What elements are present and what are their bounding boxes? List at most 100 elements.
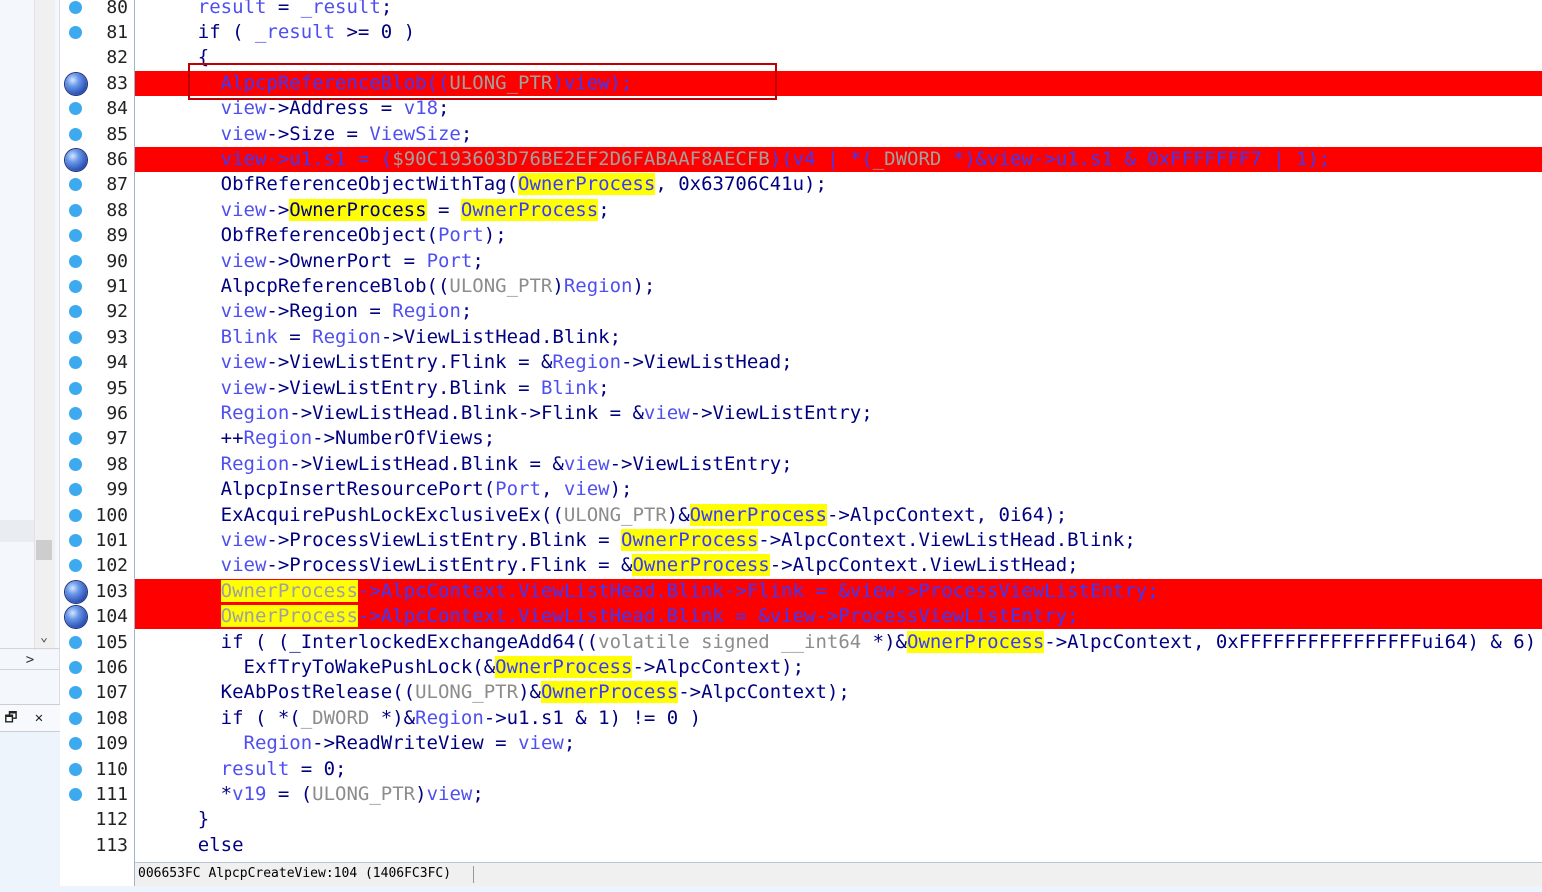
breakpoint-marker-icon[interactable] [69,254,82,268]
breakpoint-marker-icon[interactable] [69,356,82,370]
code-line-103[interactable]: 103 OwnerProcess->AlpcContext.ViewListHe… [60,578,1542,605]
code-line-92[interactable]: 92 view->Region = Region; [60,299,1542,324]
code-text[interactable]: ObfReferenceObject(Port); [152,223,507,248]
pseudocode-view[interactable]: 80 result = _result; 81 if ( _result >= 0… [60,0,1542,862]
code-text[interactable]: view->OwnerProcess = OwnerProcess; [152,198,610,223]
breakpoint-marker-icon[interactable] [69,660,82,674]
code-text[interactable]: view->ViewListEntry.Flink = &Region->Vie… [152,350,793,375]
code-line-99[interactable]: 99 AlpcpInsertResourcePort(Port, view); [60,477,1542,502]
code-line-85[interactable]: 85 view->Size = ViewSize; [60,122,1542,147]
breakpoint-active-icon[interactable] [65,72,87,95]
code-line-112[interactable]: 112 } [60,807,1542,832]
breakpoint-marker-icon[interactable] [69,635,82,649]
breakpoint-active-icon[interactable] [65,606,87,629]
code-line-83[interactable]: 83 AlpcpReferenceBlob((ULONG_PTR)view); [60,70,1542,97]
code-line-104[interactable]: 104 OwnerProcess->AlpcContext.ViewListHe… [60,604,1542,630]
code-line-87[interactable]: 87 ObfReferenceObjectWithTag(OwnerProces… [60,172,1542,197]
breakpoint-marker-icon[interactable] [69,737,82,751]
breakpoint-marker-icon[interactable] [69,178,82,192]
breakpoint-marker-icon[interactable] [69,508,82,522]
code-line-98[interactable]: 98 Region->ViewListHead.Blink = &view->V… [60,452,1542,477]
code-line-90[interactable]: 90 view->OwnerPort = Port; [60,249,1542,274]
code-text[interactable]: AlpcpReferenceBlob((ULONG_PTR)Region); [152,274,656,299]
breakpoint-marker-icon[interactable] [69,533,82,547]
code-text[interactable]: view->ProcessViewListEntry.Flink = &Owne… [152,553,1079,578]
breakpoint-active-icon[interactable] [65,148,87,171]
code-line-110[interactable]: 110 result = 0; [60,757,1542,782]
code-line-82[interactable]: 82 { [60,45,1542,70]
code-text[interactable]: else [152,833,244,858]
code-line-111[interactable]: 111 *v19 = (ULONG_PTR)view; [60,782,1542,807]
breakpoint-marker-icon[interactable] [69,711,82,725]
code-line-108[interactable]: 108 if ( *(_DWORD *)&Region->u1.s1 & 1) … [60,706,1542,731]
code-text[interactable]: view->OwnerPort = Port; [152,249,484,274]
code-text[interactable]: ExAcquirePushLockExclusiveEx((ULONG_PTR)… [152,503,1067,528]
code-line-106[interactable]: 106 ExfTryToWakePushLock(&OwnerProcess->… [60,655,1542,680]
code-text[interactable]: if ( (_InterlockedExchangeAdd64((volatil… [152,630,1542,655]
breakpoint-marker-icon[interactable] [69,432,82,446]
code-line-96[interactable]: 96 Region->ViewListHead.Blink->Flink = &… [60,401,1542,426]
code-text[interactable]: Region->ViewListHead.Blink = &view->View… [152,452,793,477]
code-text[interactable]: } [152,807,209,832]
code-text[interactable]: view->ProcessViewListEntry.Blink = Owner… [152,528,1136,553]
code-line-101[interactable]: 101 view->ProcessViewListEntry.Blink = O… [60,528,1542,553]
breakpoint-marker-icon[interactable] [69,330,82,344]
close-panel-icon[interactable]: ✕ [30,709,48,727]
code-line-95[interactable]: 95 view->ViewListEntry.Blink = Blink; [60,376,1542,401]
code-text[interactable]: view->Address = v18; [152,96,450,121]
code-text[interactable]: view->Region = Region; [152,299,473,324]
code-text[interactable]: OwnerProcess->AlpcContext.ViewListHead.B… [152,579,1159,604]
code-line-107[interactable]: 107 KeAbPostRelease((ULONG_PTR)&OwnerPro… [60,680,1542,705]
breakpoint-marker-icon[interactable] [69,559,82,573]
panel-scrollbar-thumb[interactable] [36,540,52,560]
code-text[interactable]: Region->ReadWriteView = view; [152,731,576,756]
code-line-100[interactable]: 100 ExAcquirePushLockExclusiveEx((ULONG_… [60,503,1542,528]
code-text[interactable]: result = 0; [152,757,347,782]
code-text[interactable]: ObfReferenceObjectWithTag(OwnerProcess, … [152,172,827,197]
breakpoint-active-icon[interactable] [65,580,87,603]
code-text[interactable]: ExfTryToWakePushLock(&OwnerProcess->Alpc… [152,655,804,680]
code-line-93[interactable]: 93 Blink = Region->ViewListHead.Blink; [60,325,1542,350]
breakpoint-marker-icon[interactable] [69,0,82,14]
breakpoint-marker-icon[interactable] [69,229,82,243]
breakpoint-marker-icon[interactable] [69,762,82,776]
breakpoint-marker-icon[interactable] [69,203,82,217]
code-line-94[interactable]: 94 view->ViewListEntry.Flink = &Region->… [60,350,1542,375]
code-text[interactable]: AlpcpReferenceBlob((ULONG_PTR)view); [152,71,633,96]
breakpoint-marker-icon[interactable] [69,102,82,116]
breakpoint-marker-icon[interactable] [69,483,82,497]
code-text[interactable]: Region->ViewListHead.Blink->Flink = &vie… [152,401,873,426]
code-line-102[interactable]: 102 view->ProcessViewListEntry.Flink = &… [60,553,1542,578]
code-line-113[interactable]: 113 else [60,833,1542,858]
code-line-81[interactable]: 81 if ( _result >= 0 ) [60,20,1542,45]
breakpoint-marker-icon[interactable] [69,279,82,293]
code-text[interactable]: result = _result; [152,0,393,20]
code-text[interactable]: view->ViewListEntry.Blink = Blink; [152,376,610,401]
breakpoint-marker-icon[interactable] [69,305,82,319]
code-line-105[interactable]: 105 if ( (_InterlockedExchangeAdd64((vol… [60,630,1542,655]
breakpoint-marker-icon[interactable] [69,127,82,141]
code-line-88[interactable]: 88 view->OwnerProcess = OwnerProcess; [60,198,1542,223]
scroll-down-icon[interactable]: ⌄ [36,628,52,648]
breakpoint-marker-icon[interactable] [69,381,82,395]
code-line-80[interactable]: 80 result = _result; [60,0,1542,20]
expand-panel-icon[interactable]: > [0,648,60,670]
code-text[interactable]: AlpcpInsertResourcePort(Port, view); [152,477,633,502]
code-text[interactable]: if ( *(_DWORD *)&Region->u1.s1 & 1) != 0… [152,706,701,731]
breakpoint-marker-icon[interactable] [69,25,82,39]
restore-window-icon[interactable]: 🗗 [2,709,20,727]
code-line-86[interactable]: 86 view->u1.s1 = ($90C193603D76BE2EF2D6F… [60,146,1542,173]
code-line-97[interactable]: 97 ++Region->NumberOfViews; [60,426,1542,451]
code-text[interactable]: OwnerProcess->AlpcContext.ViewListHead.B… [152,604,1079,629]
breakpoint-marker-icon[interactable] [69,457,82,471]
code-text[interactable]: { [152,45,209,70]
code-line-84[interactable]: 84 view->Address = v18; [60,96,1542,121]
code-text[interactable]: KeAbPostRelease((ULONG_PTR)&OwnerProcess… [152,680,850,705]
code-text[interactable]: if ( _result >= 0 ) [152,20,415,45]
breakpoint-marker-icon[interactable] [69,686,82,700]
code-text[interactable]: ++Region->NumberOfViews; [152,426,496,451]
code-text[interactable]: Blink = Region->ViewListHead.Blink; [152,325,621,350]
breakpoint-marker-icon[interactable] [69,787,82,801]
code-line-89[interactable]: 89 ObfReferenceObject(Port); [60,223,1542,248]
code-text[interactable]: view->u1.s1 = ($90C193603D76BE2EF2D6FABA… [152,147,1331,172]
